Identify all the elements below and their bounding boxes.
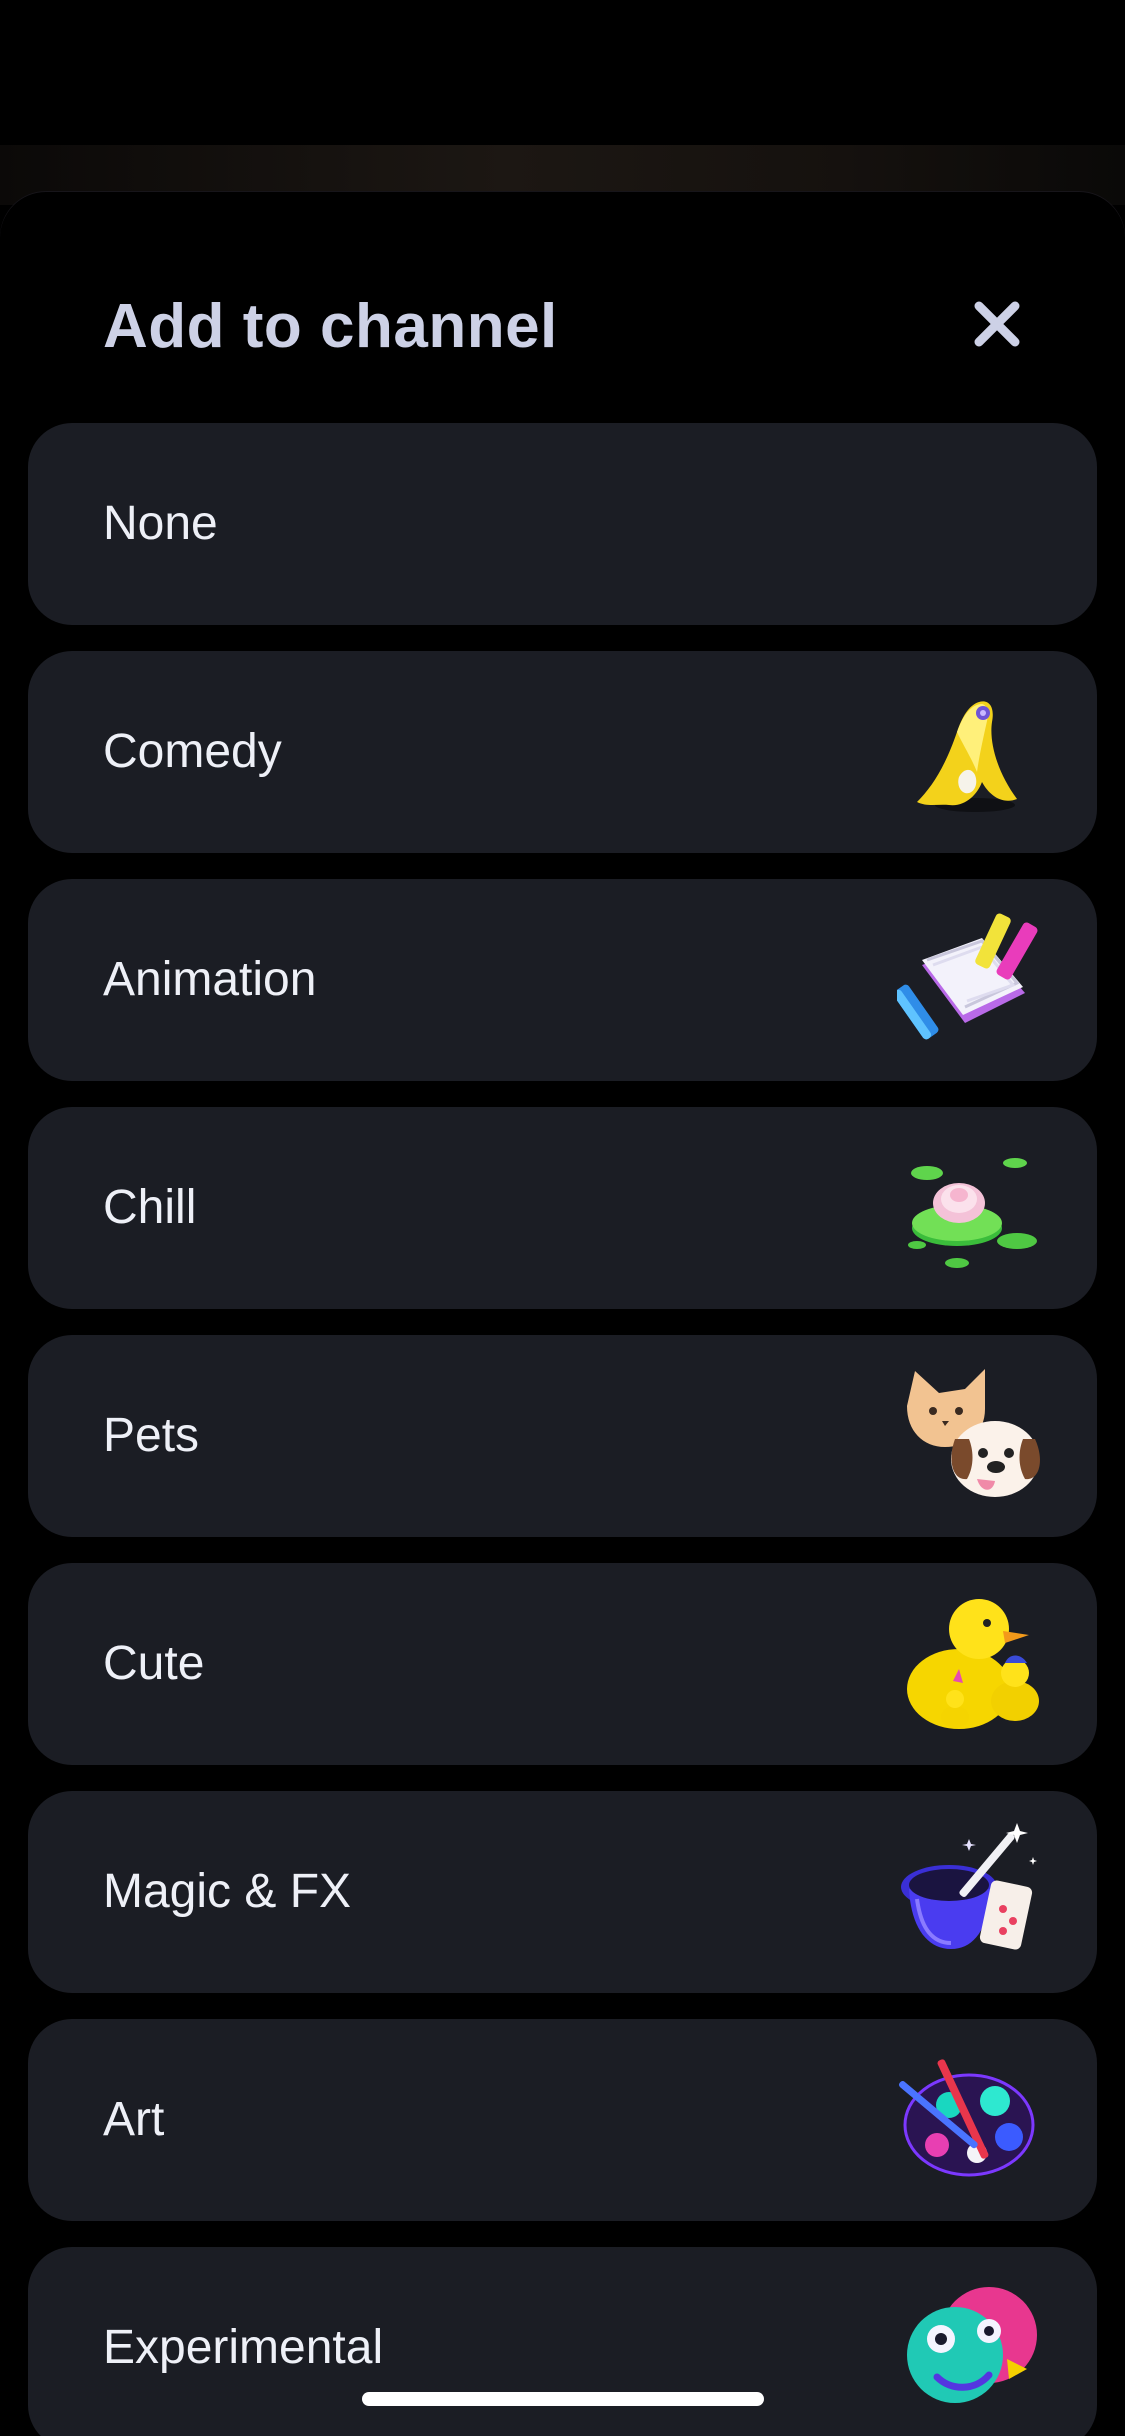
channel-option-animation[interactable]: Animation (28, 879, 1097, 1081)
screen: Add to channel None Comedy Animation Chi… (0, 0, 1125, 2436)
lotus-lily-pad-icon (897, 1133, 1047, 1283)
paint-palette-icon (897, 2045, 1047, 2195)
channel-option-cute[interactable]: Cute (28, 1563, 1097, 1765)
channel-label: Magic & FX (103, 1865, 352, 1918)
close-icon (974, 301, 1020, 347)
channel-option-art[interactable]: Art (28, 2019, 1097, 2221)
channel-option-chill[interactable]: Chill (28, 1107, 1097, 1309)
banana-peel-icon (897, 677, 1047, 827)
channel-option-comedy[interactable]: Comedy (28, 651, 1097, 853)
home-indicator[interactable] (362, 2392, 764, 2406)
close-button[interactable] (960, 287, 1034, 361)
channel-label: Pets (103, 1409, 200, 1462)
channel-label: Comedy (103, 725, 282, 778)
channel-label: Chill (103, 1181, 197, 1234)
sheet-title: Add to channel (103, 292, 558, 361)
magic-hat-wand-icon (897, 1817, 1047, 1967)
cat-dog-icon (897, 1361, 1047, 1511)
channel-label: None (103, 497, 218, 550)
channel-label: Experimental (103, 2321, 384, 2374)
channel-option-none[interactable]: None (28, 423, 1097, 625)
channel-label: Animation (103, 953, 317, 1006)
channel-option-experimental[interactable]: Experimental (28, 2247, 1097, 2436)
channel-option-pets[interactable]: Pets (28, 1335, 1097, 1537)
channel-label: Cute (103, 1637, 205, 1690)
channel-option-magic-fx[interactable]: Magic & FX (28, 1791, 1097, 1993)
abstract-faces-icon (897, 2273, 1047, 2423)
flipbook-pencils-icon (897, 905, 1047, 1055)
rubber-ducks-icon (897, 1589, 1047, 1739)
channel-label: Art (103, 2093, 165, 2146)
